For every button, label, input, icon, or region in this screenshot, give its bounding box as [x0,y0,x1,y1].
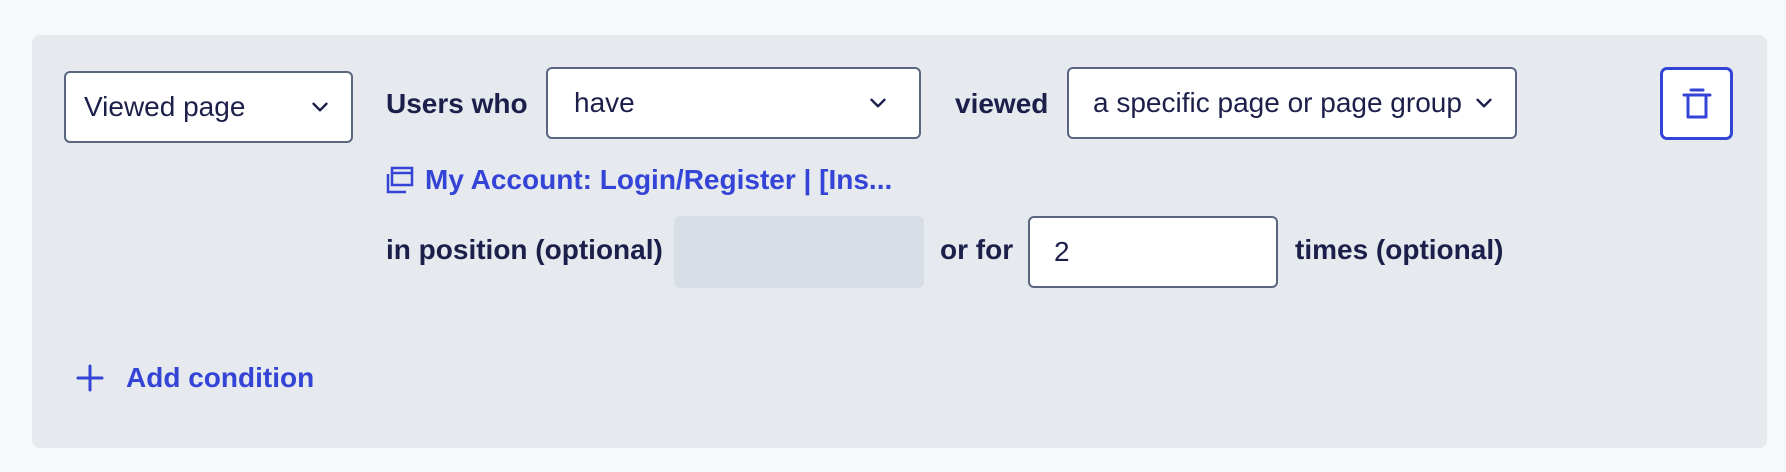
have-value: have [574,87,635,118]
add-condition-button[interactable]: Add condition [74,362,314,394]
page-target-select[interactable]: a specific page or page group [1067,67,1517,139]
position-input[interactable] [674,216,924,288]
or-for-label: or for [940,234,1014,265]
chevron-down-icon [870,98,886,108]
plus-icon [76,364,104,392]
have-select[interactable]: have [546,67,921,139]
page-group-icon [386,166,414,194]
chevron-down-icon [312,102,328,112]
selected-page-link[interactable]: My Account: Login/Register | [Ins... [385,164,892,196]
event-type-value: Viewed page [84,91,246,122]
add-condition-label: Add condition [126,362,315,393]
selected-page-link-text: My Account: Login/Register | [Ins... [425,164,893,195]
times-input-value: 2 [1054,236,1070,267]
viewed-label: viewed [955,88,1049,119]
chevron-down-icon [1476,98,1492,108]
page-target-value: a specific page or page group [1093,87,1462,118]
trash-icon [1682,88,1711,118]
delete-condition-button[interactable] [1660,67,1733,140]
users-who-label: Users who [386,88,528,119]
position-label: in position (optional) [386,234,663,265]
times-input[interactable]: 2 [1028,216,1278,288]
event-type-select[interactable]: Viewed page [64,71,353,143]
times-label: times (optional) [1295,234,1504,265]
